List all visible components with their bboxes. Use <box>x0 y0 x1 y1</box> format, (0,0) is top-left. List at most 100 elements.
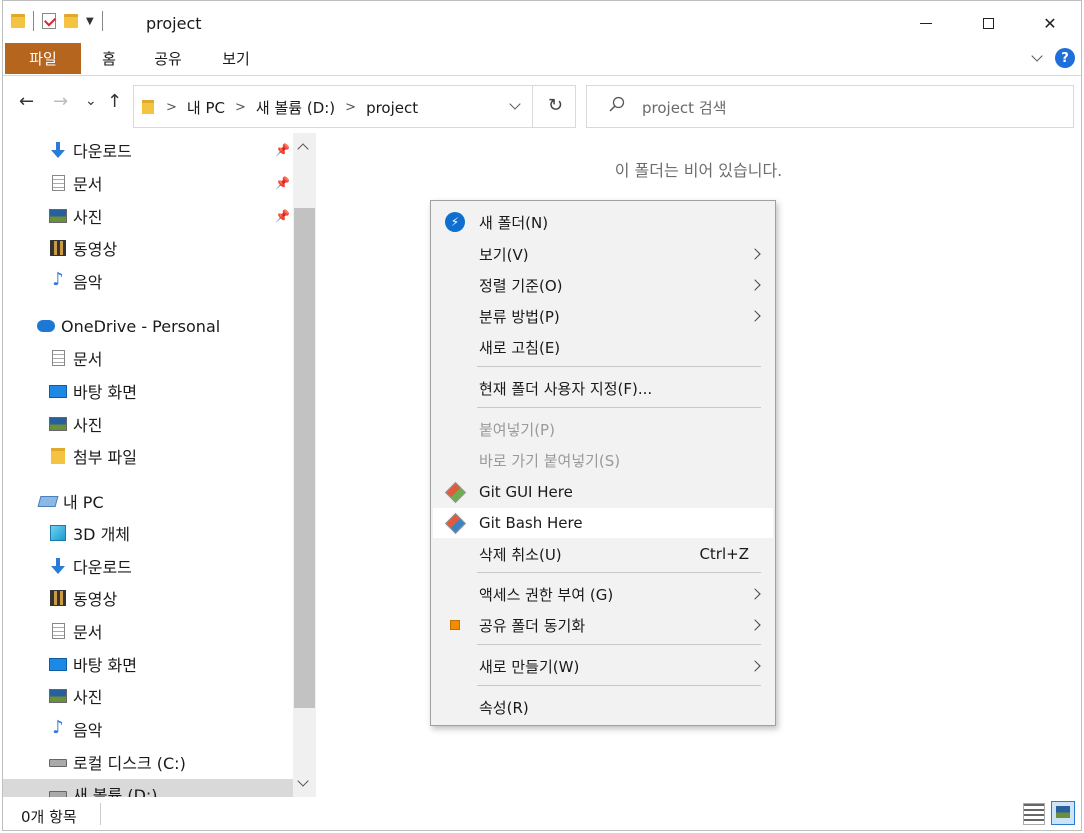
nav-item-quick-documents[interactable]: 문서 📌 <box>3 168 293 198</box>
search-icon <box>609 96 625 112</box>
nav-item-quick-videos[interactable]: 동영상 <box>3 233 293 263</box>
folder-icon <box>142 100 154 114</box>
nav-item-onedrive-desktop[interactable]: 바탕 화면 <box>3 376 293 406</box>
pictures-icon <box>49 207 67 225</box>
nav-item-quick-pictures[interactable]: 사진 📌 <box>3 201 293 231</box>
new-folder-quick-icon[interactable] <box>64 14 78 28</box>
properties-icon[interactable] <box>42 13 56 29</box>
nav-item-quick-music[interactable]: ♪ 음악 <box>3 266 293 296</box>
breadcrumb-separator[interactable]: > <box>166 100 177 115</box>
menu-item-new-folder[interactable]: ⚡ 새 폴더(N) <box>433 207 773 237</box>
menu-item-refresh[interactable]: 새로 고침(E) <box>433 332 773 362</box>
large-icons-view-icon[interactable] <box>1051 801 1075 825</box>
pin-icon[interactable]: 📌 <box>275 143 290 157</box>
refresh-button[interactable]: ↻ <box>548 95 563 116</box>
submenu-arrow-icon <box>749 248 761 260</box>
pin-icon[interactable]: 📌 <box>275 176 290 190</box>
scroll-up-icon[interactable] <box>297 143 309 155</box>
menu-item-undo-delete[interactable]: 삭제 취소(U) Ctrl+Z <box>433 539 773 569</box>
nav-item-onedrive-pictures[interactable]: 사진 <box>3 409 293 439</box>
desktop-icon <box>49 655 67 673</box>
status-bar: 0개 항목 <box>3 797 1081 830</box>
tab-file[interactable]: 파일 <box>5 43 81 74</box>
close-button[interactable]: ✕ <box>1019 1 1081 45</box>
forward-button[interactable]: → <box>53 91 68 112</box>
breadcrumb-separator[interactable]: > <box>235 100 246 115</box>
breadcrumb-project[interactable]: project <box>366 99 418 117</box>
minimize-button[interactable] <box>895 1 957 45</box>
nav-item-this-pc[interactable]: 내 PC <box>3 486 293 516</box>
nav-item-videos[interactable]: 동영상 <box>3 583 293 613</box>
menu-item-paste-shortcut[interactable]: 바로 가기 붙여넣기(S) <box>433 445 773 475</box>
nav-item-label: 문서 <box>73 175 103 194</box>
item-count: 0개 항목 <box>21 808 77 826</box>
up-button[interactable]: ↑ <box>107 91 122 112</box>
nav-item-volume-d[interactable]: 새 볼륨 (D:) <box>3 779 293 797</box>
breadcrumb: > 내 PC > 새 볼륨 (D:) > project <box>166 97 418 118</box>
menu-item-paste[interactable]: 붙여넣기(P) <box>433 414 773 444</box>
tab-share[interactable]: 공유 <box>143 43 193 74</box>
menu-item-group-by[interactable]: 분류 방법(P) <box>433 301 773 331</box>
menu-item-sort-by[interactable]: 정렬 기준(O) <box>433 270 773 300</box>
computer-icon <box>37 492 59 510</box>
toolbar-divider <box>101 11 103 31</box>
details-view-icon[interactable] <box>1023 803 1045 825</box>
address-history-dropdown-icon[interactable] <box>509 98 521 110</box>
address-divider <box>532 86 533 127</box>
ribbon-right-controls: ? <box>1031 48 1075 68</box>
breadcrumb-this-pc[interactable]: 내 PC <box>187 97 225 118</box>
submenu-arrow-icon <box>749 660 761 672</box>
tab-view[interactable]: 보기 <box>211 43 261 74</box>
menu-item-customize-folder[interactable]: 현재 폴더 사용자 지정(F)... <box>433 373 773 403</box>
menu-item-git-bash-here[interactable]: Git Bash Here <box>433 508 773 538</box>
customize-toolbar-dropdown-icon[interactable]: ▼ <box>86 16 94 27</box>
breadcrumb-separator[interactable]: > <box>345 100 356 115</box>
nav-item-onedrive-documents[interactable]: 문서 <box>3 343 293 373</box>
back-button[interactable]: ← <box>19 91 34 112</box>
video-icon <box>49 589 67 607</box>
recent-locations-dropdown[interactable]: ⌄ <box>85 93 97 109</box>
menu-item-label: 새로 고침(E) <box>479 338 561 357</box>
folder-icon <box>11 14 25 28</box>
search-input[interactable]: project 검색 <box>642 97 726 118</box>
help-icon[interactable]: ? <box>1055 48 1075 68</box>
search-box[interactable]: project 검색 <box>586 85 1074 128</box>
submenu-arrow-icon <box>749 588 761 600</box>
pin-icon[interactable]: 📌 <box>275 209 290 223</box>
git-gui-icon <box>444 481 466 503</box>
nav-item-local-disk-c[interactable]: 로컬 디스크 (C:) <box>3 747 293 777</box>
onedrive-cloud-icon <box>37 317 55 335</box>
tab-home[interactable]: 홈 <box>89 43 129 74</box>
nav-item-3d-objects[interactable]: 3D 개체 <box>3 518 293 548</box>
menu-item-new[interactable]: 새로 만들기(W) <box>433 651 773 681</box>
nav-item-quick-downloads[interactable]: 다운로드 📌 <box>3 135 293 165</box>
scroll-down-icon[interactable] <box>297 775 309 787</box>
empty-folder-message: 이 폴더는 비어 있습니다. <box>614 161 783 180</box>
nav-item-music[interactable]: ♪ 음악 <box>3 714 293 744</box>
nav-item-label: 사진 <box>73 416 103 435</box>
menu-item-shortcut: Ctrl+Z <box>699 545 749 563</box>
menu-item-properties[interactable]: 속성(R) <box>433 692 773 722</box>
maximize-button[interactable] <box>957 1 1019 45</box>
nav-item-desktop[interactable]: 바탕 화면 <box>3 649 293 679</box>
nav-item-label: 동영상 <box>73 240 118 259</box>
nav-item-documents[interactable]: 문서 <box>3 616 293 646</box>
nav-item-onedrive-attachments[interactable]: 첨부 파일 <box>3 441 293 471</box>
nav-item-downloads[interactable]: 다운로드 <box>3 551 293 581</box>
drive-icon <box>49 783 67 797</box>
menu-item-sync-shared-folder[interactable]: 공유 폴더 동기화 <box>433 610 773 640</box>
scrollbar-thumb[interactable] <box>294 208 315 708</box>
expand-ribbon-chevron-icon[interactable] <box>1031 50 1043 62</box>
nav-pane-scrollbar[interactable] <box>293 133 316 797</box>
address-bar[interactable]: > 내 PC > 새 볼륨 (D:) > project ↻ <box>133 85 576 128</box>
menu-item-view[interactable]: 보기(V) <box>433 239 773 269</box>
menu-item-git-gui-here[interactable]: Git GUI Here <box>433 477 773 507</box>
nav-item-onedrive[interactable]: OneDrive - Personal <box>3 311 293 341</box>
nav-item-pictures[interactable]: 사진 <box>3 681 293 711</box>
breadcrumb-volume-d[interactable]: 새 볼륨 (D:) <box>256 97 335 118</box>
download-icon <box>49 141 67 159</box>
pictures-icon <box>49 415 67 433</box>
menu-item-give-access[interactable]: 액세스 권한 부여 (G) <box>433 579 773 609</box>
nav-item-label: 음악 <box>73 273 103 292</box>
navigation-pane: 다운로드 📌 문서 📌 사진 📌 동영상 ♪ 음악 OneDrive - Per… <box>3 133 316 797</box>
